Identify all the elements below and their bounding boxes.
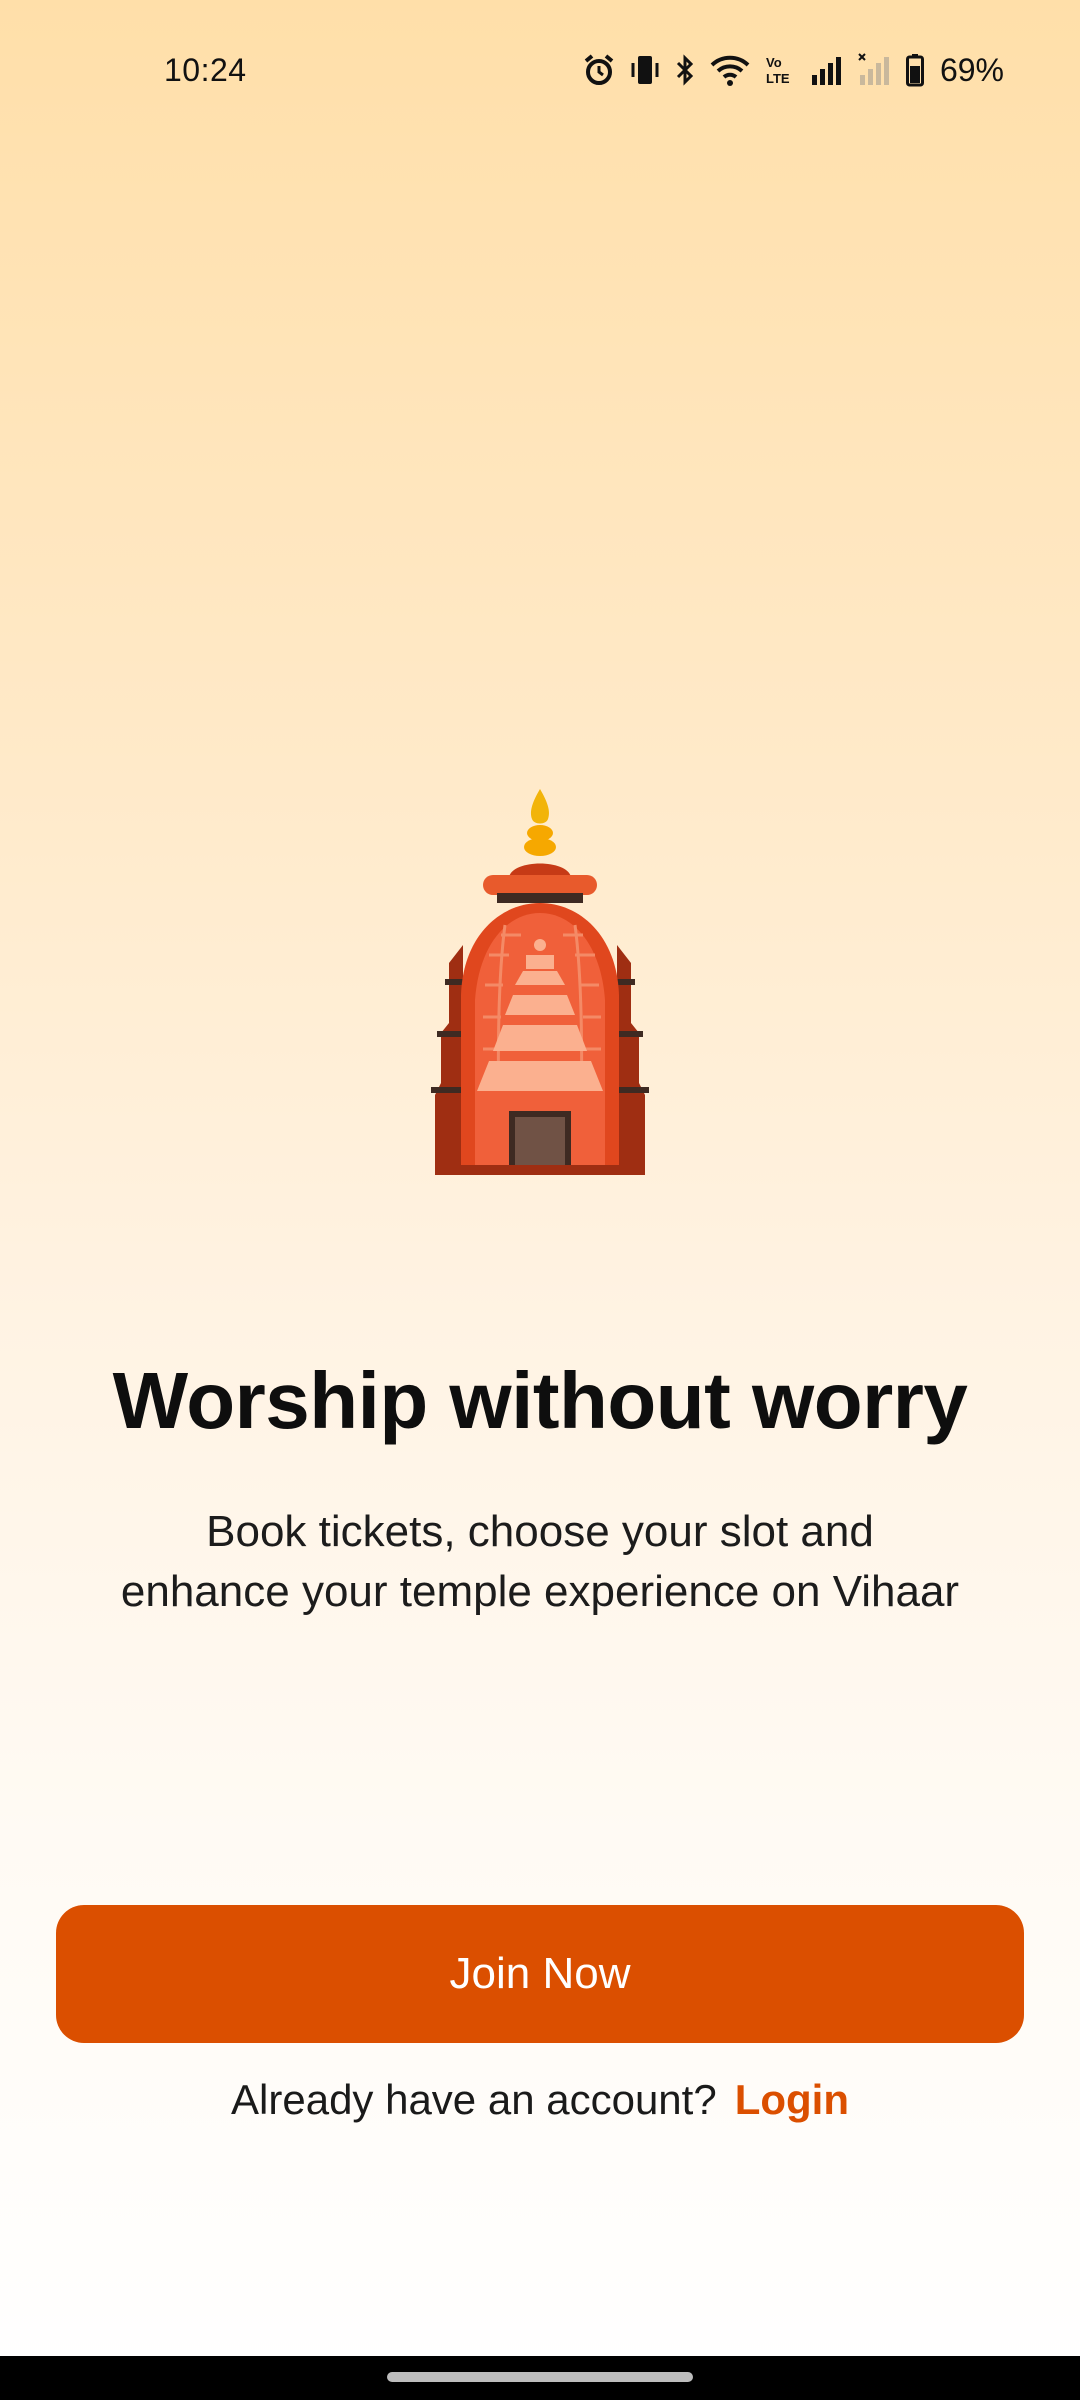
navigation-bar — [0, 2356, 1080, 2400]
battery-percent: 69% — [939, 51, 1004, 88]
home-indicator[interactable] — [387, 2372, 693, 2382]
login-link[interactable]: Login — [735, 2076, 849, 2123]
status-icons: Vo LTE 69% — [582, 50, 1004, 90]
svg-text:LTE: LTE — [766, 71, 790, 86]
signal-no-service-icon — [858, 53, 892, 87]
alarm-icon — [582, 53, 616, 87]
svg-text:Vo: Vo — [766, 55, 782, 70]
volte-icon: Vo LTE — [764, 53, 796, 87]
join-now-button[interactable]: Join Now — [56, 1905, 1024, 2043]
subtitle-line-1: Book tickets, choose your slot and — [206, 1507, 874, 1556]
bluetooth-icon — [674, 53, 696, 87]
status-bar: 10:24 Vo LTE 69% — [0, 0, 1080, 140]
status-time: 10:24 — [164, 52, 247, 88]
onboarding-subtitle: Book tickets, choose your slot and enhan… — [90, 1502, 990, 1622]
login-row: Already have an account? Login — [0, 2076, 1080, 2124]
subtitle-line-2: enhance your temple experience on Vihaar — [120, 1567, 960, 1616]
login-prompt: Already have an account? — [231, 2076, 717, 2123]
temple-icon — [405, 785, 675, 1195]
battery-icon — [905, 53, 924, 87]
signal-icon — [810, 53, 844, 87]
wifi-icon — [710, 53, 750, 87]
vibrate-icon — [630, 53, 660, 87]
page-title: Worship without worry — [112, 1356, 968, 1445]
